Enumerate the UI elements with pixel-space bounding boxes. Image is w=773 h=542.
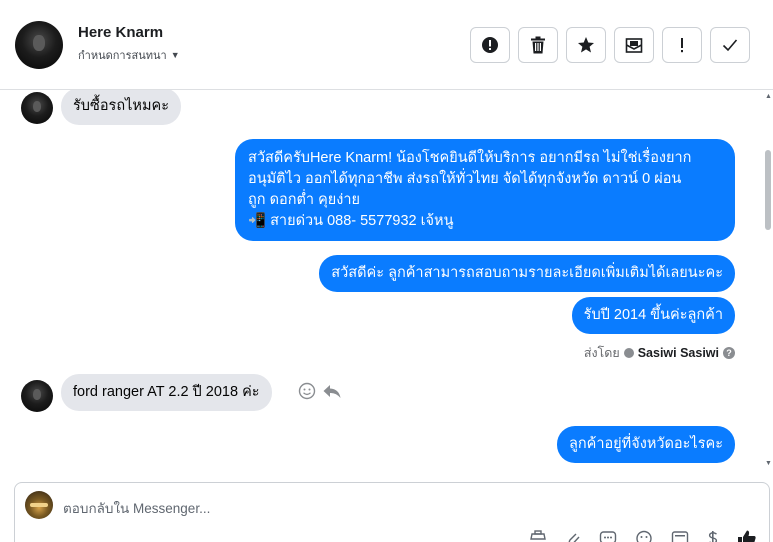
message-line: ถูก ดอกต่ำ คุยง่าย [248, 192, 360, 208]
sent-by-label: ส่งโดย [583, 346, 620, 360]
assign-conversation-label: กำหนดการสนทนา [78, 50, 167, 62]
reply-icon[interactable] [322, 382, 342, 400]
composer-toolbar [529, 529, 757, 542]
mark-done-button[interactable] [710, 27, 750, 63]
trash-icon [531, 36, 545, 54]
reply-input[interactable]: ตอบกลับใน Messenger... [63, 497, 210, 519]
contact-name[interactable]: Here Knarm [78, 24, 163, 41]
payment-icon[interactable] [707, 530, 719, 542]
page-avatar [25, 491, 53, 519]
exclamation-icon [681, 38, 683, 53]
thumbs-up-icon[interactable] [737, 529, 757, 542]
agent-avatar-icon [623, 348, 634, 358]
saved-reply-icon[interactable] [599, 530, 617, 542]
envelope-icon [625, 38, 643, 53]
message-line: สวัสดีครับHere Knarm! น้องโชคยินดีให้บริ… [248, 150, 692, 166]
attachment-icon[interactable] [565, 530, 581, 542]
outgoing-message[interactable]: รับปี 2014 ขึ้นค่ะลูกค้า [571, 297, 735, 334]
gif-icon[interactable] [671, 530, 689, 542]
check-icon [722, 39, 738, 52]
conversation-header: Here Knarm กำหนดการสนทนา ▼ [0, 0, 773, 90]
emoji-react-icon[interactable] [298, 382, 316, 400]
conversation-actions [470, 27, 750, 63]
incoming-message[interactable]: รับซื้อรถไหมคะ [61, 90, 182, 125]
assign-conversation-dropdown[interactable]: กำหนดการสนทนา ▼ [78, 46, 180, 64]
help-icon[interactable]: ? [723, 347, 735, 359]
sent-by-info: ส่งโดย Sasiwi Sasiwi ? [584, 343, 735, 363]
thread-scrollbar[interactable]: ▲ ▼ [763, 90, 773, 470]
message-tools [298, 382, 342, 400]
outgoing-message[interactable]: ลูกค้าอยู่ที่จังหวัดอะไรคะ [556, 426, 735, 463]
message-line: อนุมัติไว ออกได้ทุกอาชีพ ส่งรถให้ทั่วไทย… [248, 171, 682, 187]
star-button[interactable] [566, 27, 606, 63]
message-thread[interactable]: รับซื้อรถไหมคะ สวัสดีครับHere Knarm! น้อ… [0, 90, 773, 470]
incoming-message[interactable]: ford ranger AT 2.2 ปี 2018 ค่ะ [61, 374, 272, 411]
scroll-down-icon[interactable]: ▼ [765, 460, 772, 467]
reply-composer[interactable]: ตอบกลับใน Messenger... [14, 482, 770, 542]
mark-unread-button[interactable] [614, 27, 654, 63]
mark-spam-button[interactable] [470, 27, 510, 63]
message-line: 📲 สายด่วน 088- 5577932 เจ้หนู [248, 213, 454, 229]
alert-circle-icon [482, 37, 498, 53]
outgoing-message[interactable]: สวัสดีค่ะ ลูกค้าสามารถสอบถามรายละเอียดเพ… [319, 255, 735, 292]
shop-icon[interactable] [529, 530, 547, 542]
emoji-icon[interactable] [635, 530, 653, 542]
contact-avatar[interactable] [15, 21, 63, 69]
outgoing-message[interactable]: สวัสดีครับHere Knarm! น้องโชคยินดีให้บริ… [235, 139, 735, 241]
scroll-up-icon[interactable]: ▲ [765, 93, 772, 100]
sender-avatar [21, 92, 53, 124]
sent-by-name[interactable]: Sasiwi Sasiwi [638, 346, 719, 360]
star-icon [578, 37, 594, 53]
caret-down-icon: ▼ [170, 50, 180, 60]
follow-up-button[interactable] [662, 27, 702, 63]
delete-button[interactable] [518, 27, 558, 63]
scrollbar-thumb[interactable] [765, 150, 771, 230]
sender-avatar [21, 380, 53, 412]
